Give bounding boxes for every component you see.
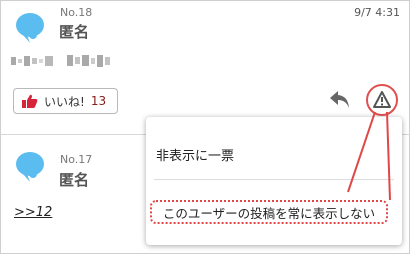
pixelated-post-text [11,53,126,68]
post-item: No.18 匿名 9/7 4:31 いいね! 13 [0,0,410,135]
reply-anchor-link[interactable]: >>12 [14,205,52,220]
bird-avatar-icon [16,152,44,182]
report-button[interactable] [366,84,398,116]
reply-arrow-icon[interactable] [328,88,352,110]
like-label: いいね! [44,94,85,109]
post-timestamp: 9/7 4:31 [354,6,400,19]
post-author: 匿名 [59,23,90,41]
always-hide-user-menu-item[interactable]: このユーザーの投稿を常に表示しない [150,200,388,224]
post-number: No.17 [60,153,93,166]
like-button[interactable]: いいね! 13 [13,88,118,114]
menu-divider [154,179,394,180]
report-popup-menu: 非表示に一票 このユーザーの投稿を常に表示しない [146,117,402,245]
like-count: 13 [90,94,107,108]
thumbs-up-icon [22,94,38,108]
bird-avatar-icon [16,13,44,43]
vote-hide-menu-item[interactable]: 非表示に一票 [156,145,234,164]
post-number: No.18 [60,6,93,19]
warning-triangle-icon [373,91,391,108]
post-author: 匿名 [59,171,90,189]
